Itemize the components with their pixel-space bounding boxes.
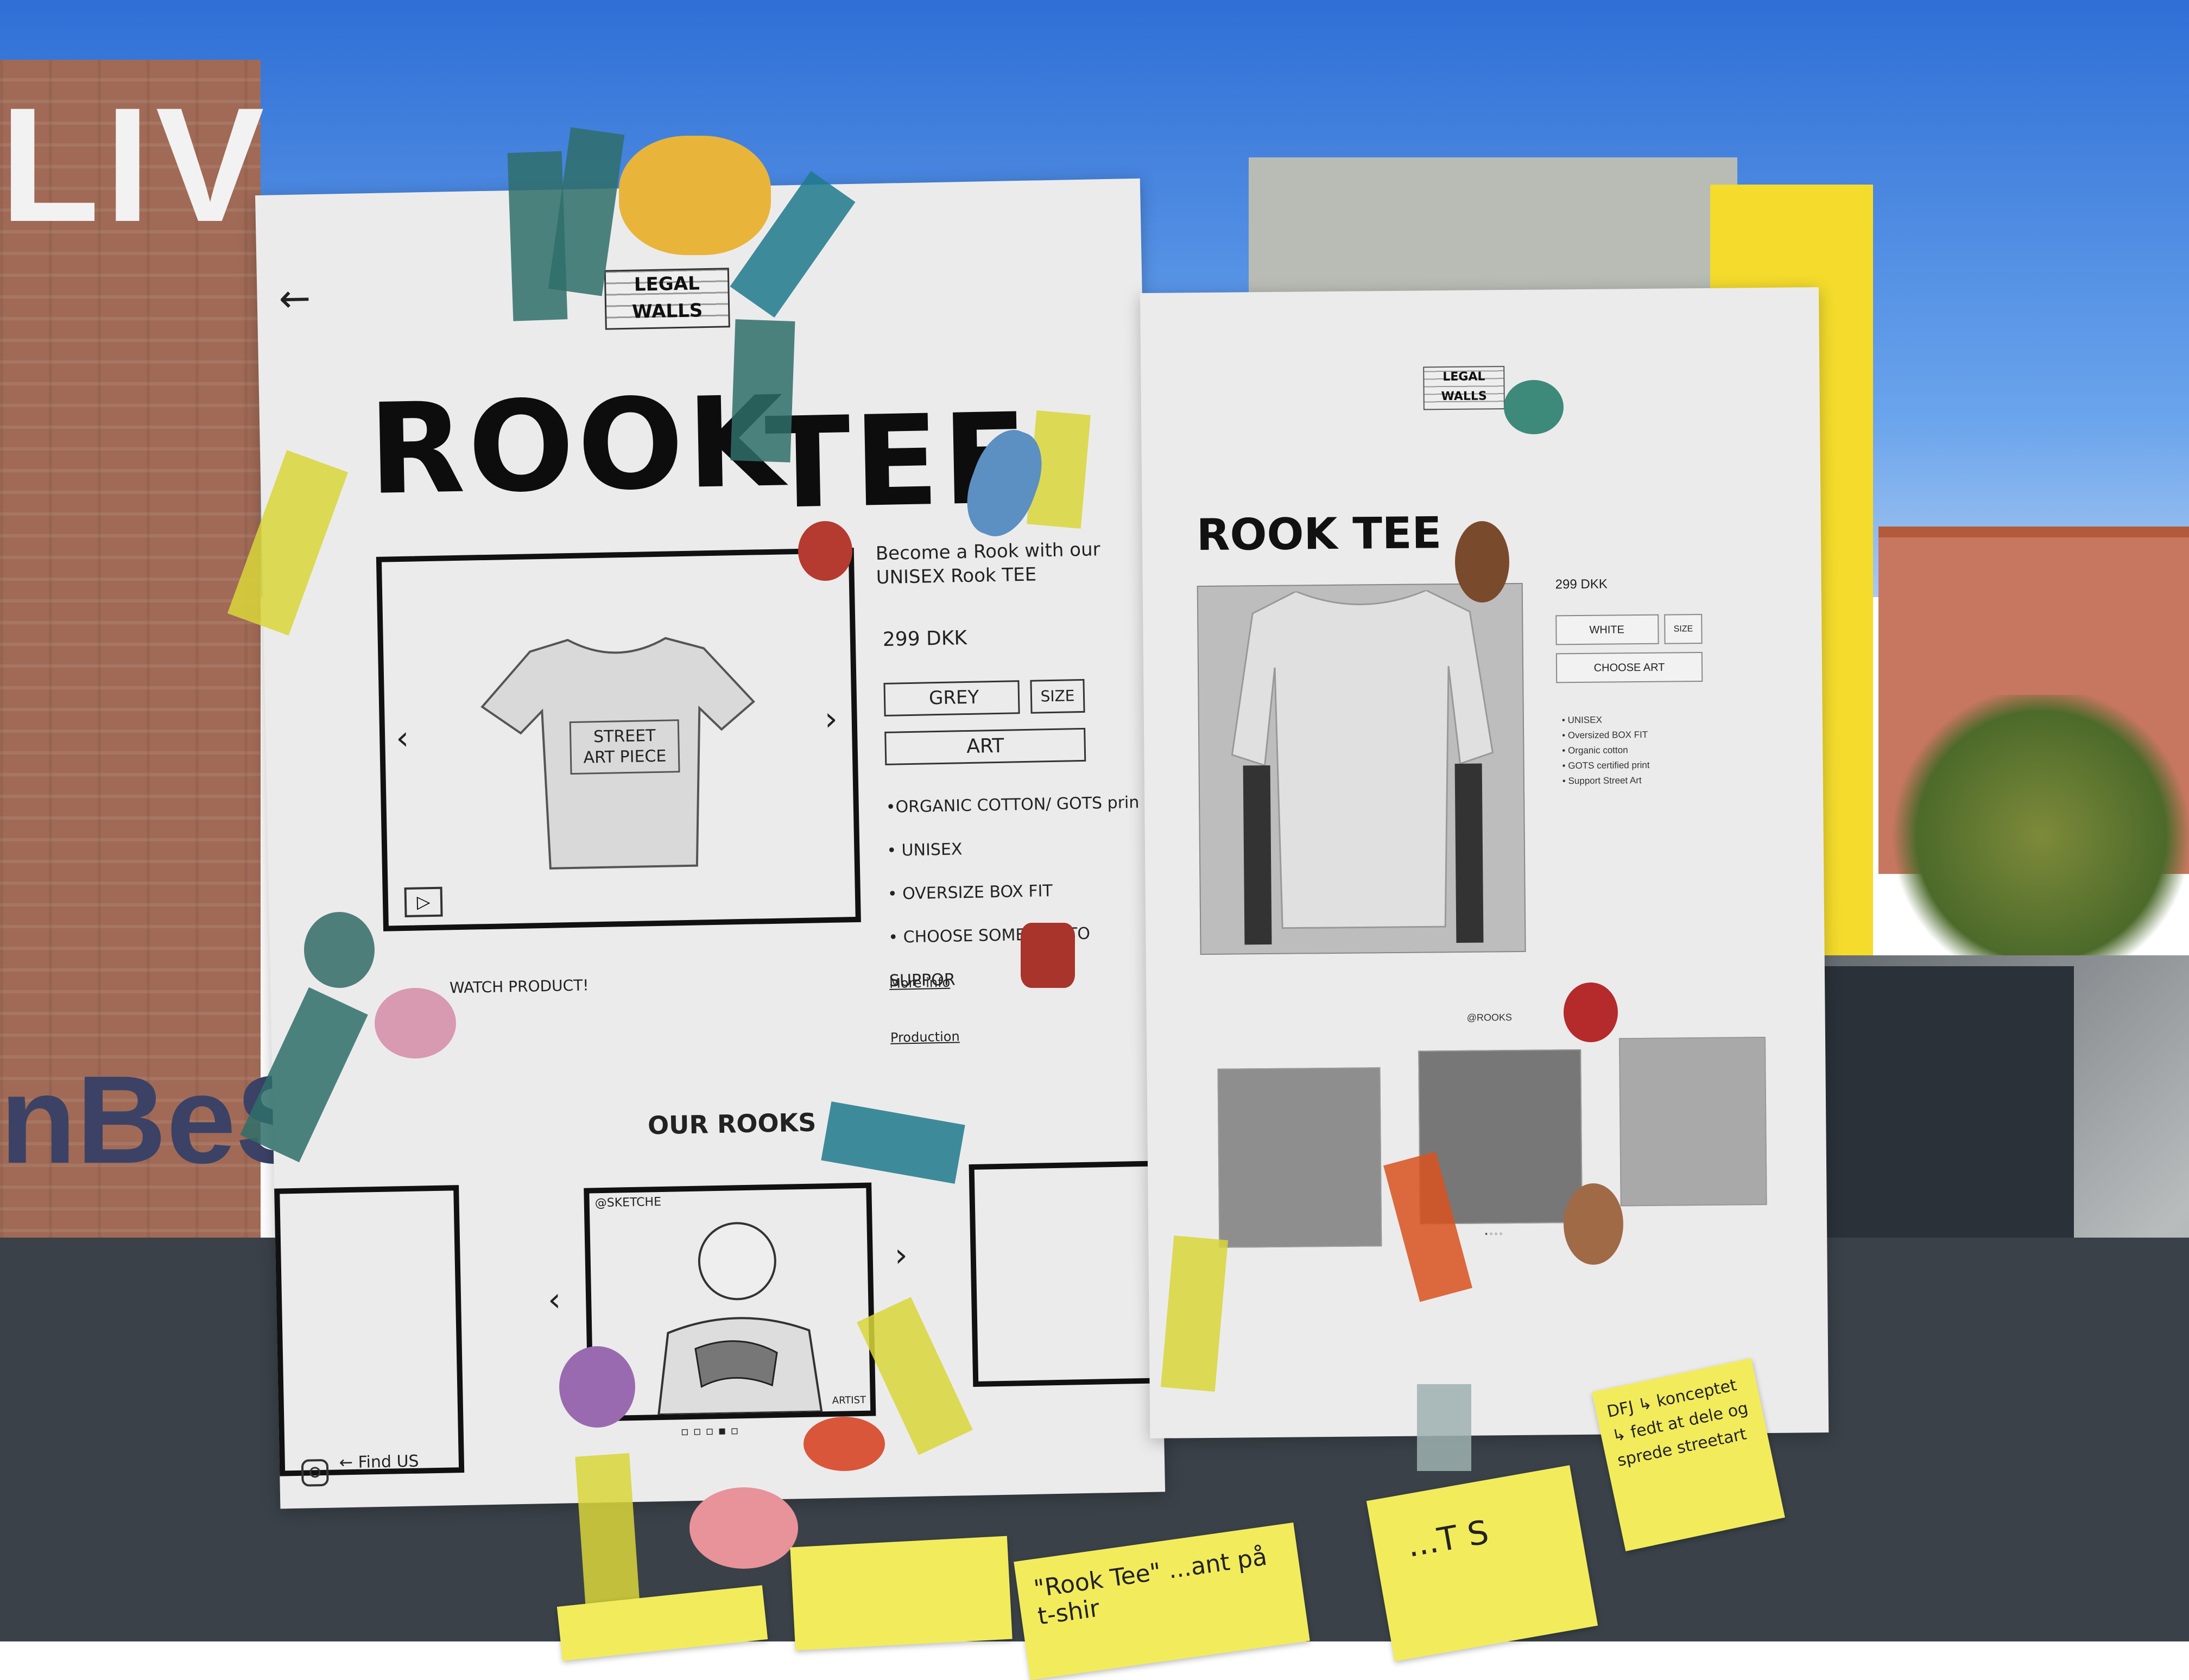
production-link[interactable]: Production (890, 1029, 960, 1045)
carousel-next-chevron-icon[interactable]: › (894, 1236, 908, 1274)
mitten-sticker (1564, 982, 1618, 1042)
sketch-sheet-left: ← LEGAL WALLS ROOK TEE STREET ART PIECE … (255, 178, 1166, 1509)
product-photo (1197, 582, 1526, 955)
rooks-handle: @ROOKS (1466, 1012, 1513, 1023)
play-video-icon[interactable]: ▷ (404, 886, 443, 917)
feature-list: • UNISEX • Oversized BOX FIT • Organic c… (1562, 712, 1650, 789)
instagram-icon[interactable] (301, 1459, 329, 1487)
price: 299 DKK (1555, 576, 1608, 592)
carousel-dots[interactable]: ▫▫▫▪▫ (681, 1424, 743, 1438)
wall-text: LIV (0, 73, 270, 256)
santa-hat-sticker (798, 521, 852, 581)
tape-clear (1417, 1384, 1471, 1471)
reindeer-sticker (1455, 521, 1509, 603)
color-select[interactable]: GREY (883, 680, 1020, 717)
more-info-link[interactable]: More info (889, 975, 951, 991)
tshirt-photo (1231, 589, 1494, 945)
back-arrow[interactable]: ← (279, 276, 311, 321)
size-select[interactable]: SIZE (1664, 613, 1703, 644)
feature-item: •ORGANIC COTTON/ GOTS prin (885, 793, 1140, 817)
feature-item: • Oversized BOX FIT (1562, 729, 1648, 741)
print-sheet-right: LEGAL WALLS ROOK TEE 299 DKK WHITE SIZE … (1140, 287, 1829, 1438)
cupcake-sticker (559, 1346, 635, 1428)
rook-photo[interactable] (1217, 1067, 1382, 1248)
size-select[interactable]: SIZE (1030, 679, 1085, 714)
carousel-handle: @SKETCHE (594, 1195, 662, 1210)
shirt-print-label: STREET ART PIECE (569, 719, 680, 775)
carousel-card-right[interactable] (969, 1161, 1163, 1387)
lion-sticker (619, 136, 771, 255)
carousel-card-left[interactable] (274, 1185, 465, 1476)
rook-photo[interactable] (1619, 1036, 1767, 1207)
tagline: Become a Rook with our UNISEX Rook TEE (875, 538, 1100, 589)
carousel-prev-chevron-icon[interactable]: ‹ (547, 1281, 561, 1319)
watch-product-label: WATCH PRODUCT! (449, 976, 589, 997)
product-image-frame: STREET ART PIECE ‹ › ▷ (376, 547, 861, 931)
carousel-artist-label: ARTIST (832, 1394, 866, 1407)
next-image-chevron-icon[interactable]: › (824, 700, 838, 738)
sticky-note-blank[interactable] (790, 1536, 1013, 1651)
artist-sketch (657, 1222, 823, 1416)
gingerbread-sticker (1564, 1183, 1623, 1265)
prev-image-chevron-icon[interactable]: ‹ (396, 719, 409, 757)
color-select[interactable]: WHITE (1555, 614, 1659, 645)
title: ROOK TEE (1196, 508, 1442, 561)
title-word-1: ROOK (367, 370, 788, 523)
flower-sticker (689, 1487, 798, 1569)
sticky-note[interactable]: DFJ ↳ konceptet ↳ fedt at dele og sprede… (1592, 1358, 1785, 1551)
drop-sticker (1504, 380, 1564, 434)
crab-sticker (804, 1417, 885, 1471)
flower-sticker (375, 988, 456, 1058)
fireplace-sticker (1021, 923, 1075, 988)
feature-item: • Organic cotton (1562, 745, 1628, 756)
art-button[interactable]: ART (884, 727, 1086, 765)
section-title: OUR ROOKS (647, 1107, 817, 1140)
feature-item: • GOTS certified print (1562, 759, 1650, 771)
dark-roof (1802, 966, 2074, 1238)
feature-item: • UNISEX (1561, 714, 1602, 726)
price: 299 DKK (882, 626, 967, 651)
tape-teal (730, 319, 795, 462)
feature-item: • OVERSIZE BOX FIT (887, 882, 1053, 904)
feature-item: • Support Street Art (1562, 775, 1642, 787)
find-us-label: ← Find US (339, 1451, 419, 1473)
ornament-sticker (304, 912, 375, 988)
logo: LEGAL WALLS (1423, 366, 1505, 410)
tree (1889, 695, 2189, 977)
logo: LEGAL WALLS (604, 268, 730, 330)
find-us-text: Find US (358, 1451, 419, 1472)
graffiti: nBeS (0, 1050, 319, 1189)
carousel-dots[interactable]: ▪▫▫▫ (1485, 1229, 1504, 1238)
choose-art-button[interactable]: CHOOSE ART (1555, 651, 1703, 683)
feature-item: • UNISEX (887, 840, 963, 860)
